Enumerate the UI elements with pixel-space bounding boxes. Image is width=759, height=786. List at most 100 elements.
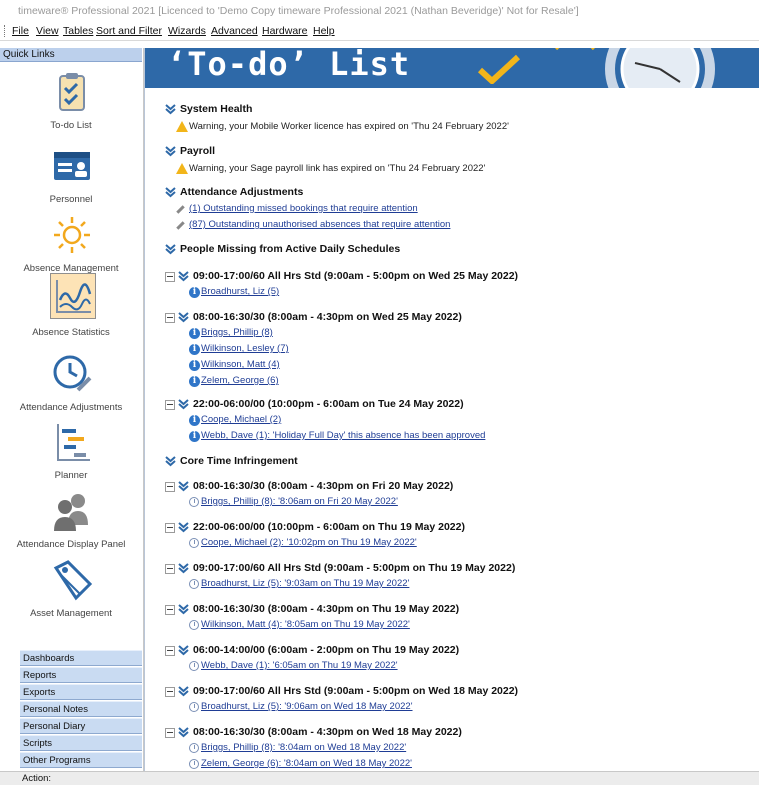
menu-view[interactable]: View <box>36 22 59 40</box>
chevron-down-icon[interactable] <box>165 244 176 255</box>
quick-link-absence-statistics[interactable]: Absence Statistics <box>0 273 142 339</box>
clock-icon <box>189 743 199 753</box>
nav-personal-diary[interactable]: Personal Diary <box>20 718 142 734</box>
infringement-group-title: 08:00-16:30/30 (8:00am - 4:30pm on Wed 1… <box>193 726 462 738</box>
info-icon: i <box>189 360 200 371</box>
person-link[interactable]: Wilkinson, Lesley (7) <box>201 343 289 354</box>
clock-icon <box>189 702 199 712</box>
gantt-icon <box>57 424 90 461</box>
group-collapse-toggle[interactable] <box>165 400 175 410</box>
person-link[interactable]: Coope, Michael (2) <box>201 414 281 425</box>
menu-file[interactable]: File <box>12 22 29 40</box>
quick-link-attendance-display-panel[interactable]: Attendance Display Panel <box>0 489 142 555</box>
chevron-down-icon[interactable] <box>165 104 176 115</box>
chevron-down-icon[interactable] <box>165 146 176 157</box>
infringement-link[interactable]: Webb, Dave (1): '6:05am on Thu 19 May 20… <box>201 660 398 671</box>
nav-other-programs[interactable]: Other Programs <box>20 752 142 768</box>
infringement-link[interactable]: Coope, Michael (2): '10:02pm on Thu 19 M… <box>201 537 417 548</box>
clock-icon <box>189 661 199 671</box>
person-link[interactable]: Briggs, Phillip (8) <box>201 327 273 338</box>
quick-link-personnel[interactable]: Personnel <box>0 144 142 210</box>
unauthorised-absences-link[interactable]: (87) Outstanding unauthorised absences t… <box>189 219 450 230</box>
warning-icon <box>176 163 188 174</box>
quick-link-planner[interactable]: Planner <box>0 420 142 486</box>
quick-link-label: Attendance Display Panel <box>16 539 126 550</box>
infringement-link[interactable]: Broadhurst, Liz (5): '9:06am on Wed 18 M… <box>201 701 413 712</box>
group-collapse-toggle[interactable] <box>165 687 175 697</box>
menu-tables[interactable]: Tables <box>63 22 93 40</box>
group-collapse-toggle[interactable] <box>165 564 175 574</box>
chevron-down-icon[interactable] <box>178 399 189 410</box>
sun-icon <box>54 217 90 253</box>
pencil-icon <box>176 205 185 214</box>
quick-link-asset-management[interactable]: Asset Management <box>0 558 142 624</box>
quick-link-attendance-adjustments[interactable]: Attendance Adjustments <box>0 352 142 418</box>
infringement-link[interactable]: Broadhurst, Liz (5): '9:03am on Thu 19 M… <box>201 578 409 589</box>
people-icon <box>54 494 88 531</box>
nav-exports[interactable]: Exports <box>20 684 142 700</box>
infringement-group-title: 08:00-16:30/30 (8:00am - 4:30pm on Thu 1… <box>193 603 460 615</box>
chevron-down-icon[interactable] <box>178 604 189 615</box>
nav-dashboards[interactable]: Dashboards <box>20 650 142 666</box>
person-link[interactable]: Wilkinson, Matt (4) <box>201 359 280 370</box>
person-link[interactable]: Broadhurst, Liz (5) <box>201 286 279 297</box>
chevron-down-icon[interactable] <box>178 645 189 656</box>
group-collapse-toggle[interactable] <box>165 605 175 615</box>
chevron-down-icon[interactable] <box>178 271 189 282</box>
menu-advanced[interactable]: Advanced <box>211 22 258 40</box>
menu-hardware[interactable]: Hardware <box>262 22 308 40</box>
infringement-link[interactable]: Briggs, Phillip (8): '8:06am on Fri 20 M… <box>201 496 398 507</box>
section-core-time-infringement: Core Time Infringement <box>180 455 298 467</box>
group-collapse-toggle[interactable] <box>165 523 175 533</box>
chevron-down-icon[interactable] <box>178 312 189 323</box>
nav-personal-notes[interactable]: Personal Notes <box>20 701 142 717</box>
clock-graphic-icon <box>555 48 715 88</box>
chevron-down-icon[interactable] <box>178 563 189 574</box>
menu-help[interactable]: Help <box>313 22 335 40</box>
status-action-label: Action: <box>22 773 52 784</box>
system-health-warning: Warning, your Mobile Worker licence has … <box>189 121 509 132</box>
chevron-down-icon[interactable] <box>178 686 189 697</box>
section-people-missing: People Missing from Active Daily Schedul… <box>180 243 401 255</box>
schedule-group-title: 08:00-16:30/30 (8:00am - 4:30pm on Wed 2… <box>193 311 462 323</box>
person-link[interactable]: Webb, Dave (1): 'Holiday Full Day' this … <box>201 430 485 441</box>
nav-reports[interactable]: Reports <box>20 667 142 683</box>
infringement-group-title: 08:00-16:30/30 (8:00am - 4:30pm on Fri 2… <box>193 480 454 492</box>
chevron-down-icon[interactable] <box>165 456 176 467</box>
quick-link-label: Attendance Adjustments <box>19 402 123 413</box>
menu-wizards[interactable]: Wizards <box>168 22 206 40</box>
info-icon: i <box>189 344 200 355</box>
infringement-group-title: 06:00-14:00/00 (6:00am - 2:00pm on Thu 1… <box>193 644 460 656</box>
tag-icon <box>53 560 93 601</box>
quick-link-absence-management[interactable]: Absence Management <box>0 213 142 279</box>
chevron-down-icon[interactable] <box>178 522 189 533</box>
checkmark-icon <box>477 54 521 84</box>
clipboard-checklist-icon <box>59 73 85 111</box>
quick-links-header[interactable]: Quick Links <box>0 48 142 62</box>
infringement-group-title: 09:00-17:00/60 All Hrs Std (9:00am - 5:0… <box>193 685 519 697</box>
chevron-down-icon[interactable] <box>178 727 189 738</box>
chevron-down-icon[interactable] <box>178 481 189 492</box>
menu-sort-and-filter[interactable]: Sort and Filter <box>96 22 162 40</box>
schedule-group-title: 22:00-06:00/00 (10:00pm - 6:00am on Tue … <box>193 398 464 410</box>
quick-link-todo-list[interactable]: To-do List <box>0 70 142 136</box>
person-link[interactable]: Zelem, George (6) <box>201 375 279 386</box>
info-icon: i <box>189 287 200 298</box>
quick-links-panel: Quick Links To-do List Personnel Absence… <box>0 48 144 771</box>
infringement-link[interactable]: Briggs, Phillip (8): '8:04am on Wed 18 M… <box>201 742 406 753</box>
nav-scripts[interactable]: Scripts <box>20 735 142 751</box>
info-icon: i <box>189 376 200 387</box>
todo-list-pane: ‘To-do’ List System Health Warning, your… <box>144 48 759 771</box>
pencil-icon <box>176 221 185 230</box>
clock-pencil-icon <box>53 355 92 392</box>
missed-bookings-link[interactable]: (1) Outstanding missed bookings that req… <box>189 203 418 214</box>
todo-banner: ‘To-do’ List <box>145 48 759 88</box>
group-collapse-toggle[interactable] <box>165 646 175 656</box>
infringement-link[interactable]: Zelem, George (6): '8:04am on Wed 18 May… <box>201 758 412 769</box>
group-collapse-toggle[interactable] <box>165 482 175 492</box>
infringement-link[interactable]: Wilkinson, Matt (4): '8:05am on Thu 19 M… <box>201 619 410 630</box>
group-collapse-toggle[interactable] <box>165 272 175 282</box>
group-collapse-toggle[interactable] <box>165 313 175 323</box>
group-collapse-toggle[interactable] <box>165 728 175 738</box>
chevron-down-icon[interactable] <box>165 187 176 198</box>
